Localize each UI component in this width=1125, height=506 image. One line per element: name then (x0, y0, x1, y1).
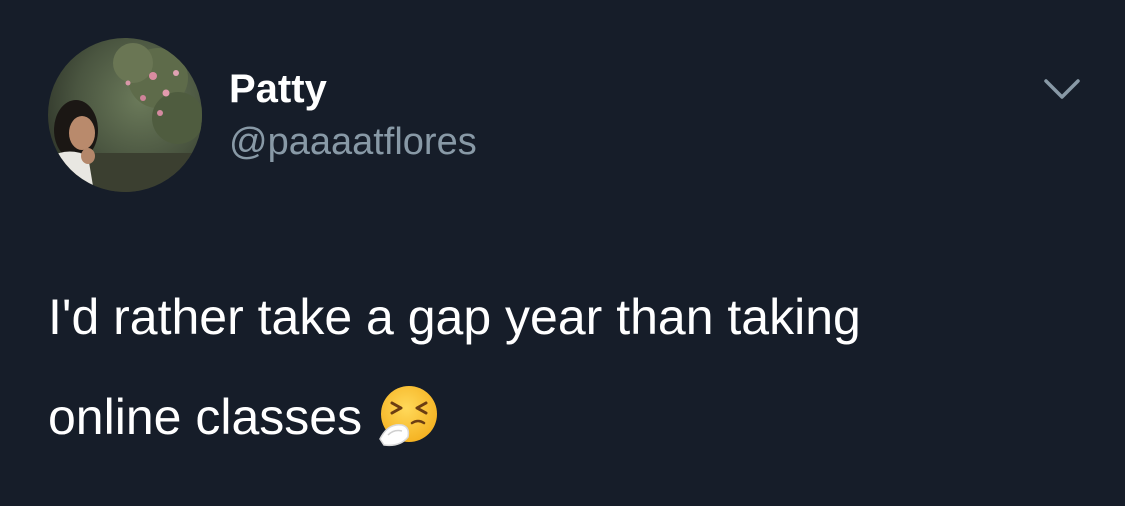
chevron-down-icon[interactable] (1040, 73, 1084, 105)
tweet-text-line-2: online classes (48, 389, 363, 445)
author-display-name[interactable]: Patty (229, 66, 327, 112)
avatar[interactable] (48, 38, 202, 192)
tweet-card: Patty @paaaatflores I'd rather take a ga… (0, 0, 1125, 506)
sneezing-face-emoji-icon (376, 382, 442, 448)
tweet-text: I'd rather take a gap year than taking on… (48, 267, 1088, 467)
avatar-photo (48, 38, 202, 192)
author-handle[interactable]: @paaaatflores (229, 120, 477, 164)
tweet-text-line-1: I'd rather take a gap year than taking (48, 289, 861, 345)
